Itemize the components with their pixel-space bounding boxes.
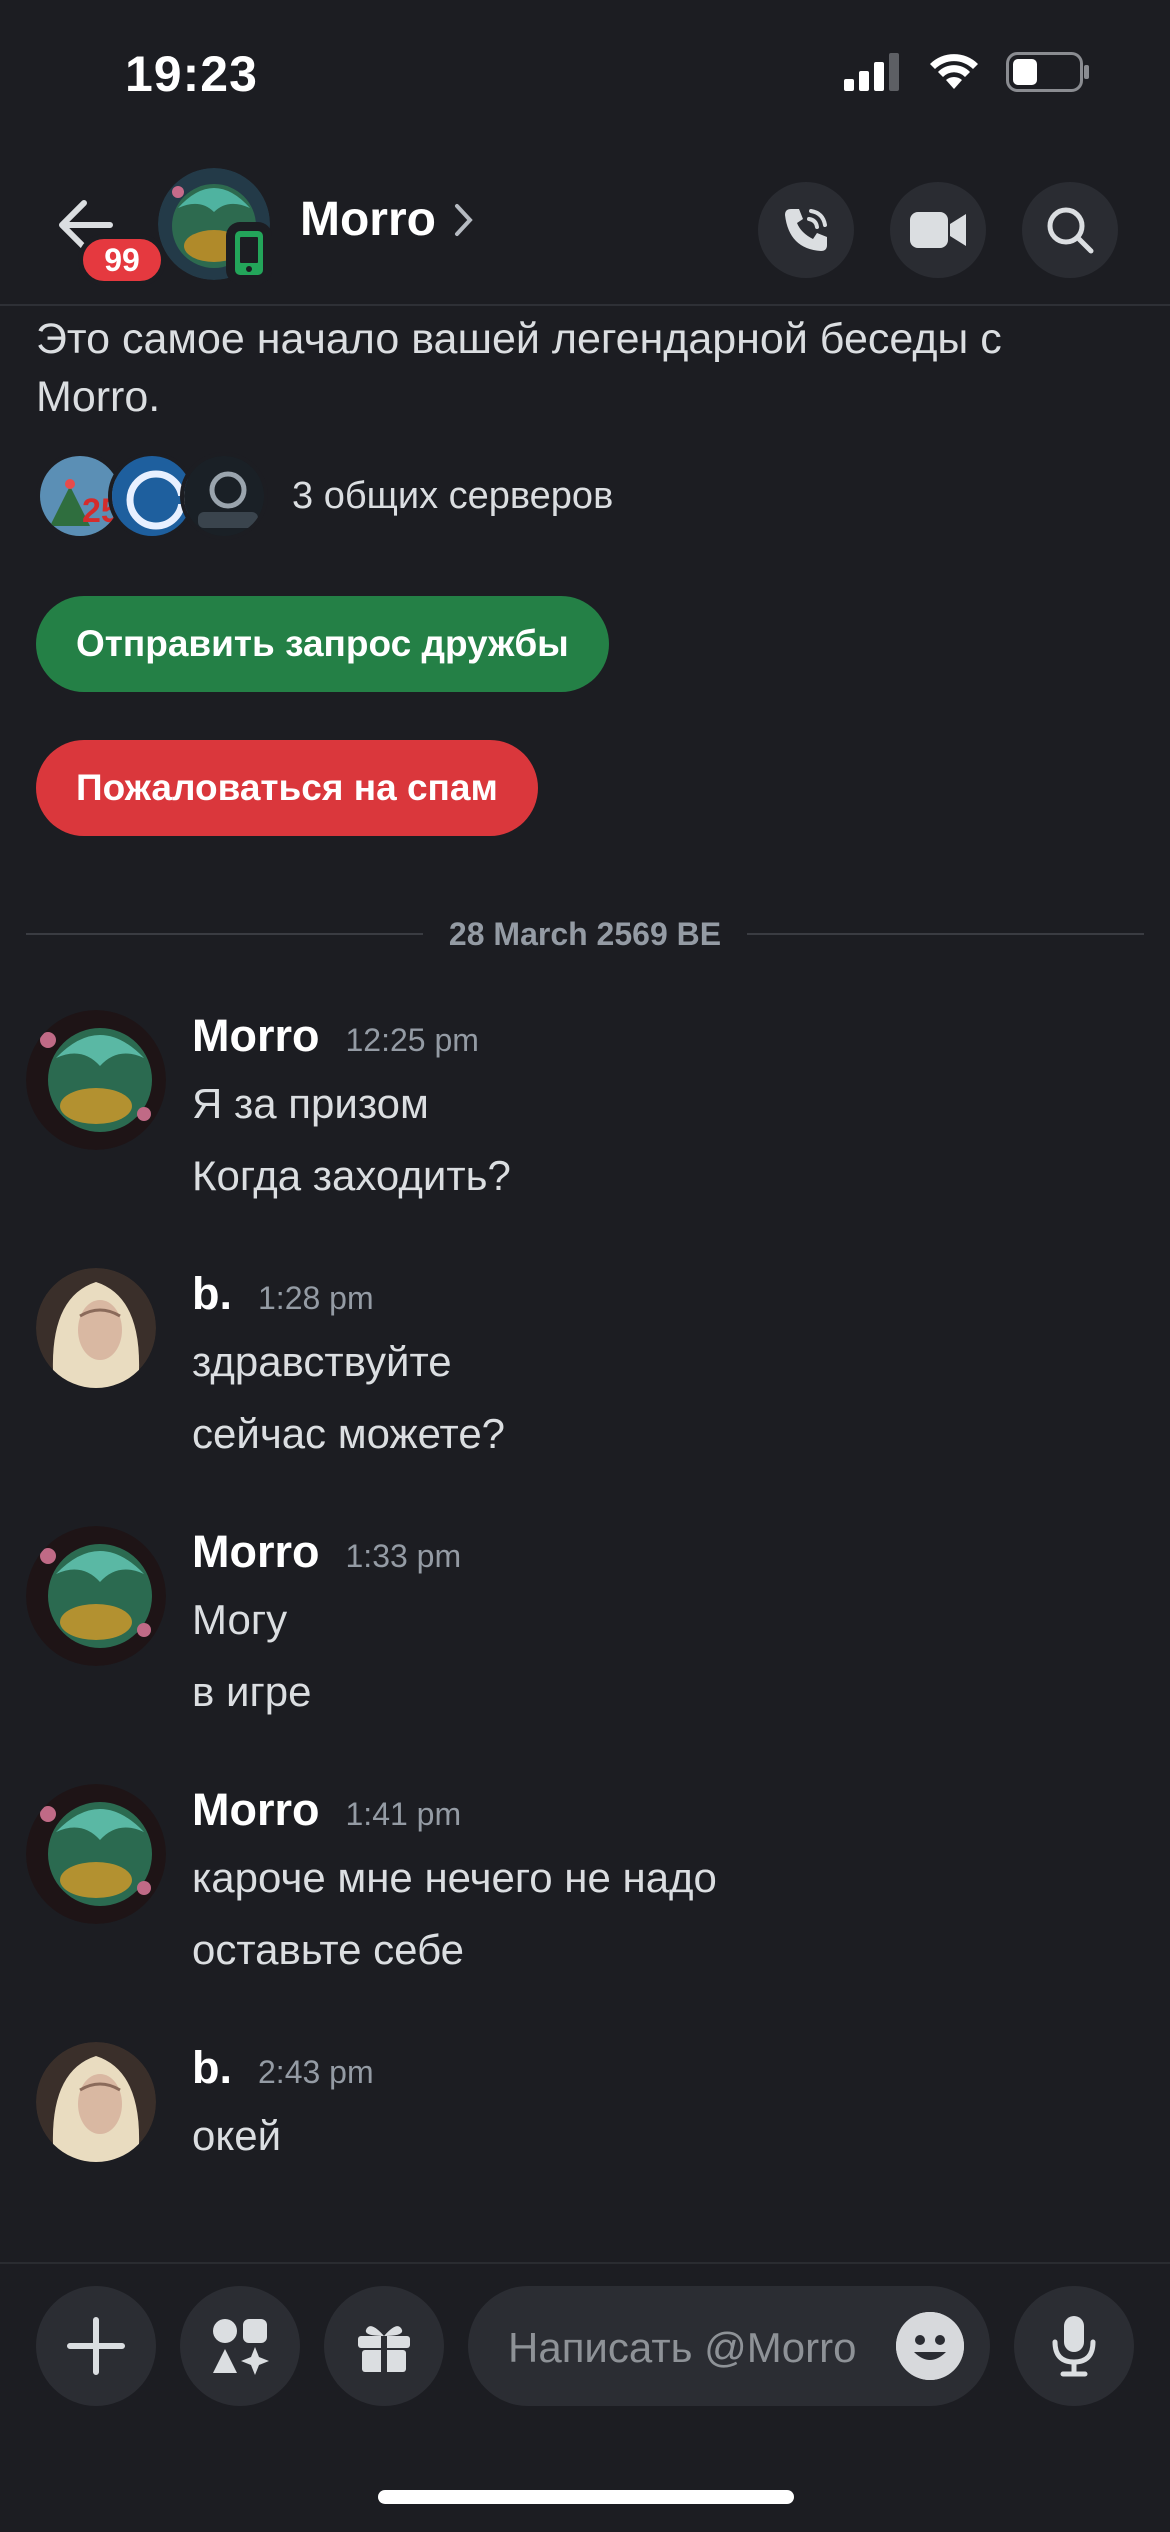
- chat-header: 99 Morro: [0, 150, 1170, 306]
- unread-badge: 99: [78, 234, 166, 286]
- divider-line: [26, 933, 423, 935]
- plus-icon: [67, 2317, 125, 2375]
- author-name[interactable]: Morro: [192, 1010, 320, 1062]
- avatar[interactable]: [26, 1010, 166, 1150]
- server-icon: [180, 452, 268, 540]
- message-text: Когда заходить?: [192, 1152, 511, 1199]
- author-name[interactable]: b.: [192, 2042, 232, 2094]
- contact-name-button[interactable]: Morro: [300, 192, 474, 247]
- apps-button[interactable]: [180, 2286, 300, 2406]
- home-indicator: [378, 2490, 794, 2504]
- message-input[interactable]: Написать @Morro: [468, 2286, 990, 2406]
- message-header: Morro 1:33 pm: [192, 1526, 461, 1578]
- video-camera-icon: [910, 212, 966, 248]
- date-divider: 28 March 2569 BE: [26, 912, 1144, 956]
- status-bar: 19:23: [0, 0, 1170, 150]
- phone-call-icon: [785, 209, 827, 251]
- conversation-intro: Это самое начало вашей легендарной бесед…: [36, 315, 1002, 421]
- contact-name: Morro: [300, 193, 436, 246]
- message-header: b. 2:43 pm: [192, 2042, 374, 2094]
- chevron-right-icon: [454, 203, 473, 236]
- message-text: кароче мне нечего не надо: [192, 1854, 717, 1901]
- message-text: в игре: [192, 1668, 312, 1715]
- divider-line: [747, 933, 1144, 935]
- message-time: 2:43 pm: [258, 2054, 374, 2090]
- voice-call-button[interactable]: [758, 182, 854, 278]
- voice-message-button[interactable]: [1014, 2286, 1134, 2406]
- search-icon: [1047, 207, 1094, 254]
- message-text: Могу: [192, 1596, 288, 1643]
- avatar[interactable]: [36, 1268, 156, 1388]
- wifi-icon: [930, 54, 978, 89]
- report-spam-button[interactable]: Пожаловаться на спам: [36, 740, 538, 836]
- message-text: окей: [192, 2112, 282, 2159]
- status-icons: [844, 52, 1090, 92]
- message-header: b. 1:28 pm: [192, 1268, 374, 1320]
- avatar[interactable]: [36, 2042, 156, 2162]
- message-text: Я за призом: [192, 1080, 429, 1127]
- message-text: здравствуйте: [192, 1338, 452, 1385]
- message-time: 1:28 pm: [258, 1280, 374, 1316]
- message-time: 12:25 pm: [345, 1022, 479, 1058]
- signal-icon: [844, 53, 899, 91]
- send-friend-request-button[interactable]: Отправить запрос дружбы: [36, 596, 609, 692]
- gift-icon: [358, 2326, 410, 2372]
- microphone-icon: [1052, 2316, 1096, 2377]
- mutual-servers[interactable]: 25 3 общих серверов: [36, 452, 613, 540]
- search-button[interactable]: [1022, 182, 1118, 278]
- author-name[interactable]: b.: [192, 1268, 232, 1320]
- message-time: 1:41 pm: [345, 1796, 462, 1832]
- avatar[interactable]: [26, 1526, 166, 1666]
- message-input-placeholder: Написать @Morro: [508, 2324, 857, 2371]
- message-text: сейчас можете?: [192, 1410, 506, 1457]
- attach-button[interactable]: [36, 2286, 156, 2406]
- emoji-button[interactable]: [896, 2312, 964, 2380]
- message-header: Morro 12:25 pm: [192, 1010, 479, 1062]
- message-header: Morro 1:41 pm: [192, 1784, 461, 1836]
- message-text: оставьте себе: [192, 1926, 465, 1973]
- mutual-servers-label: 3 общих серверов: [292, 474, 614, 517]
- status-time: 19:23: [125, 46, 258, 102]
- date-label: 28 March 2569 BE: [448, 915, 722, 952]
- message-time: 1:33 pm: [345, 1538, 462, 1574]
- gift-button[interactable]: [324, 2286, 444, 2406]
- battery-icon: [1006, 52, 1089, 92]
- author-name[interactable]: Morro: [192, 1784, 320, 1836]
- apps-icon: [213, 2319, 269, 2375]
- emoji-icon: [896, 2312, 964, 2380]
- mobile-status-icon: [226, 222, 272, 284]
- avatar[interactable]: [26, 1784, 166, 1924]
- video-call-button[interactable]: [890, 182, 986, 278]
- author-name[interactable]: Morro: [192, 1526, 320, 1578]
